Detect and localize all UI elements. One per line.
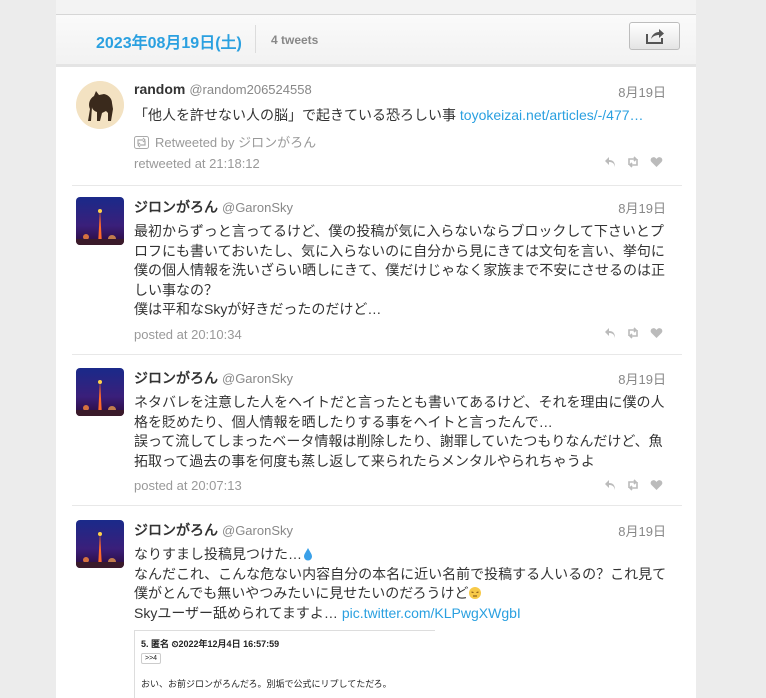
author-name[interactable]: ジロンがろん @GaronSky — [134, 368, 293, 388]
tweet-text-segment: 僕がとんでも無いやつみたいに見せたいのだろうけど — [134, 585, 469, 601]
tweet-text-line: Skyユーザー舐められてますよ… pic.twitter.com/KLPwgXW… — [134, 604, 668, 624]
author-handle[interactable]: @GaronSky — [222, 371, 293, 386]
author-display-name[interactable]: ジロンがろん — [134, 522, 218, 538]
reply-icon[interactable] — [604, 478, 617, 496]
tweet-actions — [604, 155, 666, 169]
tweet-text-line: なんだこれ、こんな危ない内容自分の本名に近い名前で投稿する人いるの？これ見て — [134, 565, 667, 582]
tweet-text-line: 最初からずっと言ってるけど、僕の投稿が気に入らないならブロックして下さいとプ — [134, 223, 664, 239]
retweet-badge-icon — [134, 136, 149, 149]
tweet-text-line: ネタバレを注意した人をヘイトだと言ったとも書いてあるけど、それを理由に僕の人 — [134, 394, 665, 410]
horse-avatar[interactable] — [76, 81, 124, 129]
tweet-text-line: 僕は平和なSkyが好きだったのだけど… — [134, 301, 382, 317]
author-display-name[interactable]: ジロンがろん — [134, 199, 218, 215]
tweet-divider — [72, 505, 682, 506]
top-bar — [56, 0, 696, 15]
author-handle[interactable]: @GaronSky — [222, 523, 293, 538]
retweeted-by-text: Retweeted by ジロンがろん — [155, 135, 317, 150]
heart-icon[interactable] — [650, 478, 663, 496]
reply-icon[interactable] — [604, 155, 617, 173]
night-tower-avatar[interactable] — [76, 368, 124, 416]
tweet-actions — [604, 478, 666, 492]
share-button[interactable] — [629, 22, 680, 50]
tweet-date[interactable]: 8月19日 — [618, 521, 666, 540]
tweet-text-segment: なりすまし投稿見つけた… — [134, 546, 302, 562]
tweet-item: ジロンがろん @GaronSky 8月19日 ネタバレを注意した人をヘイトだと言っ… — [72, 368, 682, 506]
droplet-emoji-icon — [304, 548, 312, 561]
tweet-text-line: 僕がとんでも無いやつみたいに見せたいのだろうけど — [134, 584, 668, 604]
retweet-icon[interactable] — [626, 478, 640, 496]
author-display-name[interactable]: random — [134, 81, 185, 97]
tweet-text-line: ロフにも書いておいたし、気に入らないのに自分から見にきては文句を言い、挙句に — [134, 242, 665, 259]
timeline-panel: 2023年08月19日(土) 4 tweets random @random206… — [56, 0, 696, 698]
tweet-text: なりすまし投稿見つけた… なんだこれ、こんな危ない内容自分の本名に近い名前で投稿… — [134, 545, 668, 623]
media-preview-reply-tag: >>4 — [141, 653, 162, 664]
tweet-timestamp[interactable]: posted at 20:07:13 — [134, 478, 242, 493]
author-display-name[interactable]: ジロンがろん — [134, 370, 218, 386]
night-tower-avatar[interactable] — [76, 197, 124, 245]
reply-icon[interactable] — [604, 326, 617, 344]
retweeted-by: Retweeted by ジロンがろん — [134, 132, 316, 151]
author-name[interactable]: ジロンがろん @GaronSky — [134, 197, 293, 217]
pensive-face-emoji-icon — [469, 587, 482, 599]
share-icon — [646, 29, 664, 44]
tweet-count: 4 tweets — [271, 33, 319, 47]
tweet-link[interactable]: toyokeizai.net/articles/-/477… — [460, 107, 644, 123]
header-divider — [255, 25, 256, 53]
tweet-item: ジロンがろん @GaronSky 8月19日 最初からずっと言ってるけど、僕の投稿… — [72, 197, 682, 355]
tweet-date[interactable]: 8月19日 — [618, 369, 666, 388]
tweet-text-line: なりすまし投稿見つけた… — [134, 545, 668, 565]
tweet-text: ネタバレを注意した人をヘイトだと言ったとも書いてあるけど、それを理由に僕の人 格… — [134, 393, 668, 471]
day-date: 2023年08月19日(土) — [96, 35, 242, 52]
night-tower-avatar[interactable] — [76, 520, 124, 568]
retweet-icon[interactable] — [626, 155, 640, 173]
heart-icon[interactable] — [650, 326, 663, 344]
tweet-date[interactable]: 8月19日 — [618, 82, 666, 101]
tweet-timestamp[interactable]: retweeted at 21:18:12 — [134, 156, 260, 171]
tweet-text-line: 僕の個人情報を洗いざらい晒しにきて、僕だけじゃなく家族まで不安にさせるのは正 — [134, 262, 666, 278]
tweet-divider — [72, 185, 682, 186]
media-preview-header: 5. 匿名 ⏲2022年12月4日 16:57:59 — [141, 639, 280, 649]
media-preview-body: おい、お前ジロンがろんだろ。別垢で公式にリプしてただろ。 — [141, 679, 392, 689]
tweet-timestamp[interactable]: posted at 20:10:34 — [134, 327, 242, 342]
tweet-media-link[interactable]: pic.twitter.com/KLPwgXWgbI — [342, 605, 521, 621]
tweet-text: 最初からずっと言ってるけど、僕の投稿が気に入らないならブロックして下さいとプ ロ… — [134, 222, 668, 320]
media-preview[interactable]: 5. 匿名 ⏲2022年12月4日 16:57:59 >>4 おい、お前ジロンが… — [134, 630, 435, 698]
tweet-item: random @random206524558 8月19日 「他人を許せない人の脳… — [72, 81, 682, 186]
author-name[interactable]: random @random206524558 — [134, 81, 312, 97]
tweet-text-line: 格を貶めたり、個人情報を晒したりする事をヘイトと言ったんで… — [134, 413, 553, 430]
heart-icon[interactable] — [650, 155, 663, 173]
tweet-text-segment: Skyユーザー舐められてますよ… — [134, 604, 342, 621]
tweet-item: ジロンがろん @GaronSky 8月19日 なりすまし投稿見つけた… なんだこれ… — [72, 520, 682, 698]
retweet-icon[interactable] — [626, 326, 640, 344]
author-name[interactable]: ジロンがろん @GaronSky — [134, 520, 293, 540]
tweet-text-line: しい事なの？ — [134, 281, 218, 298]
tweet-text-body: 「他人を許せない人の脳」で起きている恐ろしい事 — [134, 107, 460, 123]
tweet-date[interactable]: 8月19日 — [618, 198, 666, 217]
author-handle[interactable]: @GaronSky — [222, 200, 293, 215]
tweet-divider — [72, 354, 682, 355]
author-handle[interactable]: @random206524558 — [189, 82, 311, 97]
day-header: 2023年08月19日(土) 4 tweets — [56, 15, 696, 67]
tweet-text: 「他人を許せない人の脳」で起きている恐ろしい事 toyokeizai.net/a… — [134, 106, 668, 126]
tweet-text-line: 誤って流してしまったベータ情報は削除したり、謝罪していたつもりなんだけど、魚 — [134, 433, 663, 449]
tweet-text-line: 拓取って過去の事を何度も蒸し返して来られたらメンタルやられちゃうよ — [134, 452, 595, 469]
tweet-actions — [604, 326, 666, 340]
